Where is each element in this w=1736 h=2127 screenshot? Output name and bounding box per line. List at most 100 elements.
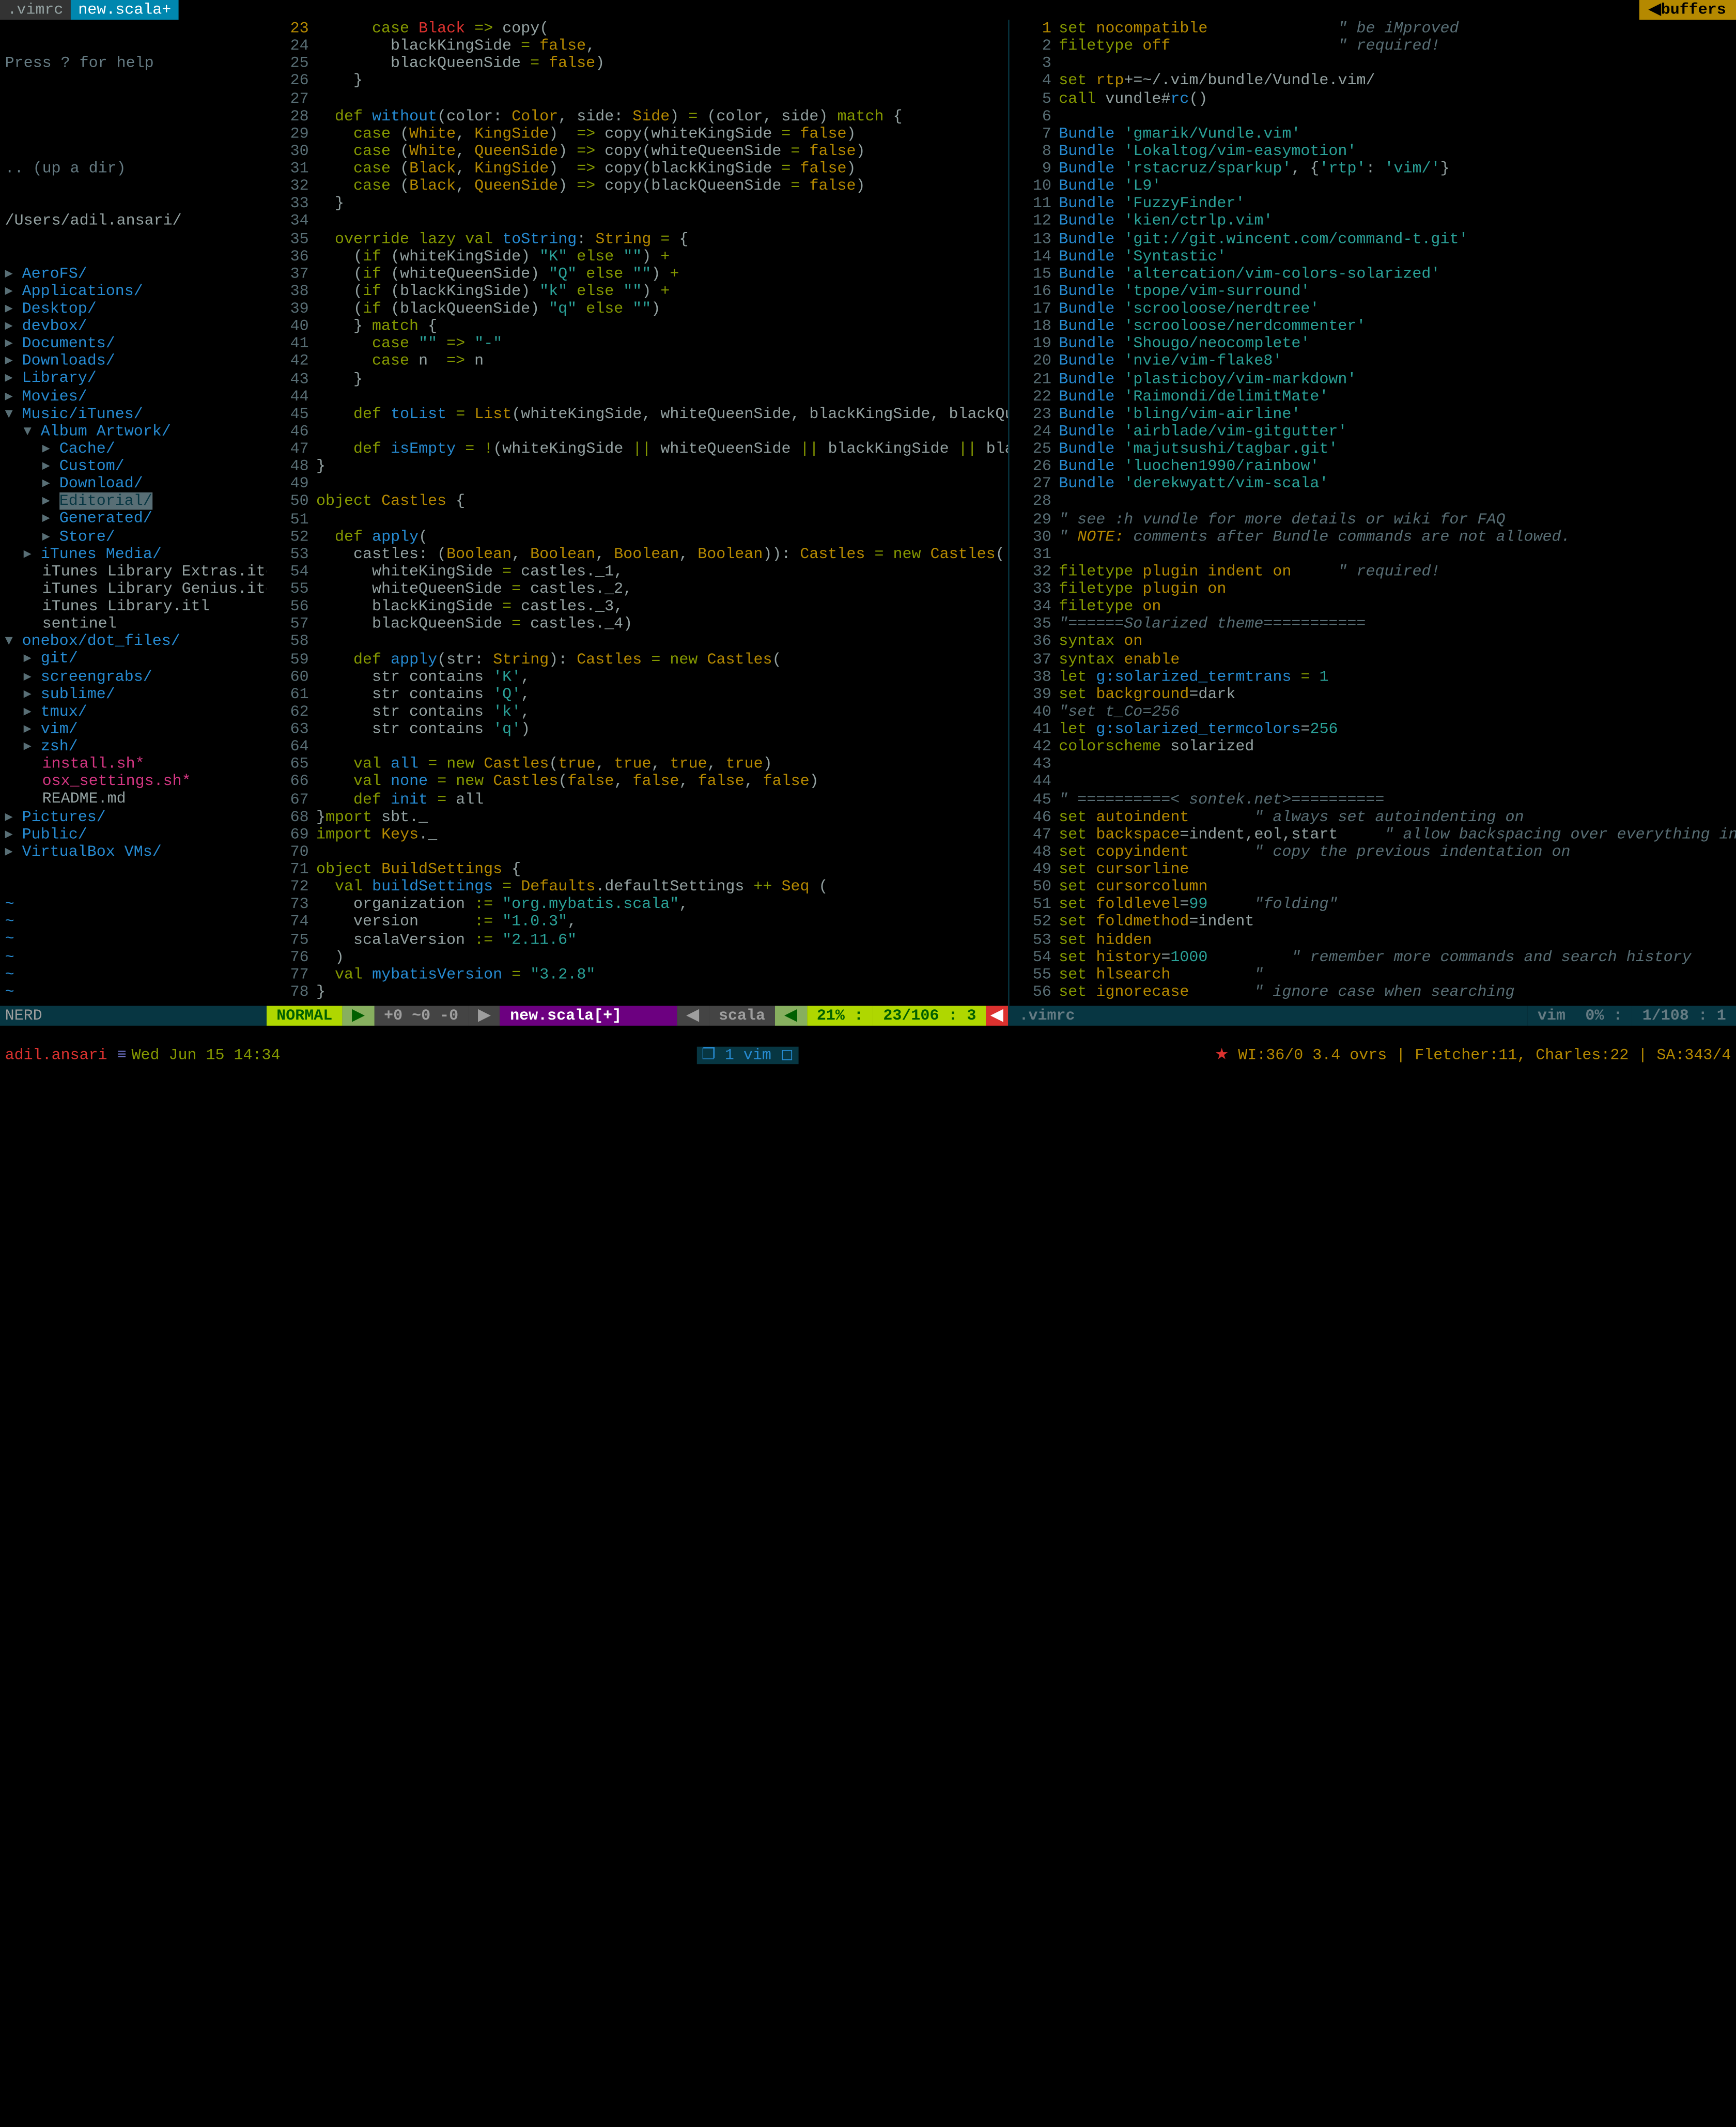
code-line[interactable]: 61 str contains 'Q', (267, 686, 1008, 703)
code-line[interactable]: 40 } match { (267, 318, 1008, 335)
code-line[interactable]: 37 (if (whiteQueenSide) "Q" else "") + (267, 265, 1008, 283)
code-line[interactable]: 64 (267, 738, 1008, 756)
nerdtree-dir[interactable]: ▸ vim/ (0, 720, 267, 738)
nerdtree-file[interactable]: iTunes Library Extras.itdb (0, 563, 267, 580)
code-line[interactable]: 25Bundle 'majutsushi/tagbar.git' (1009, 440, 1736, 458)
code-line[interactable]: 66 val none = new Castles(false, false, … (267, 773, 1008, 791)
code-line[interactable]: 12Bundle 'kien/ctrlp.vim' (1009, 212, 1736, 230)
nerdtree-dir[interactable]: ▸ Library/ (0, 370, 267, 388)
code-line[interactable]: 10Bundle 'L9' (1009, 178, 1736, 195)
code-line[interactable]: 4set rtp+=~/.vim/bundle/Vundle.vim/ (1009, 72, 1736, 90)
code-line[interactable]: 48} (267, 458, 1008, 475)
nerdtree-updir[interactable]: .. (up a dir) (0, 160, 267, 177)
nerdtree-dir[interactable]: ▸ AeroFS/ (0, 265, 267, 283)
code-line[interactable]: 45 def toList = List(whiteKingSide, whit… (267, 405, 1008, 423)
code-line[interactable]: 22Bundle 'Raimondi/delimitMate' (1009, 388, 1736, 405)
code-line[interactable]: 49 (267, 475, 1008, 493)
code-line[interactable]: 49set cursorline (1009, 861, 1736, 878)
nerdtree-dir[interactable]: ▸ Desktop/ (0, 300, 267, 318)
code-line[interactable]: 30" NOTE: comments after Bundle commands… (1009, 528, 1736, 546)
code-line[interactable]: 37syntax enable (1009, 651, 1736, 668)
code-line[interactable]: 43 } (267, 370, 1008, 388)
code-line[interactable]: 71object BuildSettings { (267, 861, 1008, 878)
code-line[interactable]: 3 (1009, 55, 1736, 72)
nerdtree-dir[interactable]: ▸ Public/ (0, 826, 267, 843)
code-line[interactable]: 21Bundle 'plasticboy/vim-markdown' (1009, 370, 1736, 388)
code-line[interactable]: 28 def without(color: Color, side: Side)… (267, 107, 1008, 125)
nerdtree-dir[interactable]: ▸ Download/ (0, 475, 267, 493)
code-line[interactable]: 1set nocompatible " be iMproved (1009, 20, 1736, 37)
nerdtree-dir[interactable]: ▸ git/ (0, 651, 267, 668)
code-line[interactable]: 58 (267, 633, 1008, 651)
code-line[interactable]: 34 (267, 212, 1008, 230)
code-line[interactable]: 73 organization := "org.mybatis.scala", (267, 896, 1008, 913)
code-line[interactable]: 50object Castles { (267, 493, 1008, 511)
nerdtree-dir[interactable]: ▾ onebox/dot_files/ (0, 633, 267, 651)
code-line[interactable]: 50set cursorcolumn (1009, 878, 1736, 896)
nerdtree-dir[interactable]: ▸ iTunes Media/ (0, 545, 267, 563)
code-line[interactable]: 15Bundle 'altercation/vim-colors-solariz… (1009, 265, 1736, 283)
code-line[interactable]: 55set hlsearch " (1009, 966, 1736, 983)
code-line[interactable]: 48set copyindent " copy the previous ind… (1009, 843, 1736, 861)
code-line[interactable]: 68}mport sbt._ (267, 808, 1008, 826)
code-line[interactable]: 33 } (267, 195, 1008, 212)
right-editor-pane[interactable]: 1set nocompatible " be iMproved2filetype… (1009, 20, 1736, 1006)
code-line[interactable]: 36syntax on (1009, 633, 1736, 651)
code-line[interactable]: 30 case (White, QueenSide) => copy(white… (267, 143, 1008, 160)
code-line[interactable]: 65 val all = new Castles(true, true, tru… (267, 756, 1008, 773)
code-line[interactable]: 17Bundle 'scrooloose/nerdtree' (1009, 300, 1736, 318)
code-line[interactable]: 38 (if (blackKingSide) "k" else "") + (267, 283, 1008, 300)
code-line[interactable]: 24Bundle 'airblade/vim-gitgutter' (1009, 423, 1736, 440)
code-line[interactable]: 46 (267, 423, 1008, 440)
code-line[interactable]: 20Bundle 'nvie/vim-flake8' (1009, 353, 1736, 371)
code-line[interactable]: 42colorscheme solarized (1009, 738, 1736, 756)
code-line[interactable]: 44 (1009, 773, 1736, 791)
code-line[interactable]: 23 case Black => copy( (267, 20, 1008, 37)
code-line[interactable]: 26 } (267, 72, 1008, 90)
code-line[interactable]: 54set history=1000 " remember more comma… (1009, 948, 1736, 966)
nerdtree-dir[interactable]: ▸ tmux/ (0, 703, 267, 720)
nerdtree-dir[interactable]: ▸ Downloads/ (0, 352, 267, 370)
code-line[interactable]: 55 whiteQueenSide = castles._2, (267, 580, 1008, 598)
code-line[interactable]: 18Bundle 'scrooloose/nerdcommenter' (1009, 318, 1736, 335)
code-line[interactable]: 45" ==========< sontek.net>========== (1009, 791, 1736, 808)
nerdtree-dir[interactable]: ▸ Cache/ (0, 440, 267, 458)
code-line[interactable]: 47 def isEmpty = !(whiteKingSide || whit… (267, 440, 1008, 458)
code-line[interactable]: 74 version := "1.0.3", (267, 913, 1008, 931)
nerdtree-dir[interactable]: ▸ Editorial/ (0, 492, 267, 510)
code-line[interactable]: 54 whiteKingSide = castles._1, (267, 563, 1008, 580)
code-line[interactable]: 13Bundle 'git://git.wincent.com/command-… (1009, 230, 1736, 248)
nerdtree-dir[interactable]: ▸ zsh/ (0, 738, 267, 756)
nerdtree-dir[interactable]: ▾ Album Artwork/ (0, 423, 267, 440)
nerdtree-dir[interactable]: ▸ Generated/ (0, 510, 267, 528)
code-line[interactable]: 75 scalaVersion := "2.11.6" (267, 931, 1008, 948)
code-line[interactable]: 69import Keys._ (267, 826, 1008, 843)
code-line[interactable]: 57 blackQueenSide = castles._4) (267, 615, 1008, 633)
nerdtree-dir[interactable]: ▸ Applications/ (0, 283, 267, 300)
code-line[interactable]: 70 (267, 843, 1008, 861)
code-line[interactable]: 51set foldlevel=99 "folding" (1009, 896, 1736, 913)
code-line[interactable]: 35 override lazy val toString: String = … (267, 230, 1008, 248)
code-line[interactable]: 52 def apply( (267, 528, 1008, 546)
code-line[interactable]: 72 val buildSettings = Defaults.defaultS… (267, 878, 1008, 896)
code-line[interactable]: 76 ) (267, 948, 1008, 966)
code-line[interactable]: 77 val mybatisVersion = "3.2.8" (267, 966, 1008, 983)
code-line[interactable]: 40"set t_Co=256 (1009, 703, 1736, 721)
nerdtree-dir[interactable]: ▸ screengrabs/ (0, 668, 267, 685)
code-line[interactable]: 19Bundle 'Shougo/neocomplete' (1009, 335, 1736, 353)
code-line[interactable]: 34filetype on (1009, 598, 1736, 615)
code-line[interactable]: 62 str contains 'k', (267, 703, 1008, 721)
nerdtree-file[interactable]: osx_settings.sh* (0, 773, 267, 791)
code-line[interactable]: 41 case "" => "-" (267, 335, 1008, 353)
code-line[interactable]: 33filetype plugin on (1009, 580, 1736, 598)
code-line[interactable]: 27 (267, 90, 1008, 107)
code-line[interactable]: 9Bundle 'rstacruz/sparkup', {'rtp': 'vim… (1009, 160, 1736, 178)
code-line[interactable]: 47set backspace=indent,eol,start " allow… (1009, 826, 1736, 843)
nerdtree-dir[interactable]: ▸ sublime/ (0, 685, 267, 703)
code-line[interactable]: 32 case (Black, QueenSide) => copy(black… (267, 178, 1008, 195)
code-line[interactable]: 56 blackKingSide = castles._3, (267, 598, 1008, 615)
buffers-indicator[interactable]: ◀ buffers (1639, 0, 1736, 20)
nerdtree-dir[interactable]: ▸ devbox/ (0, 317, 267, 335)
code-line[interactable]: 43 (1009, 756, 1736, 773)
code-line[interactable]: 31 case (Black, KingSide) => copy(blackK… (267, 160, 1008, 178)
